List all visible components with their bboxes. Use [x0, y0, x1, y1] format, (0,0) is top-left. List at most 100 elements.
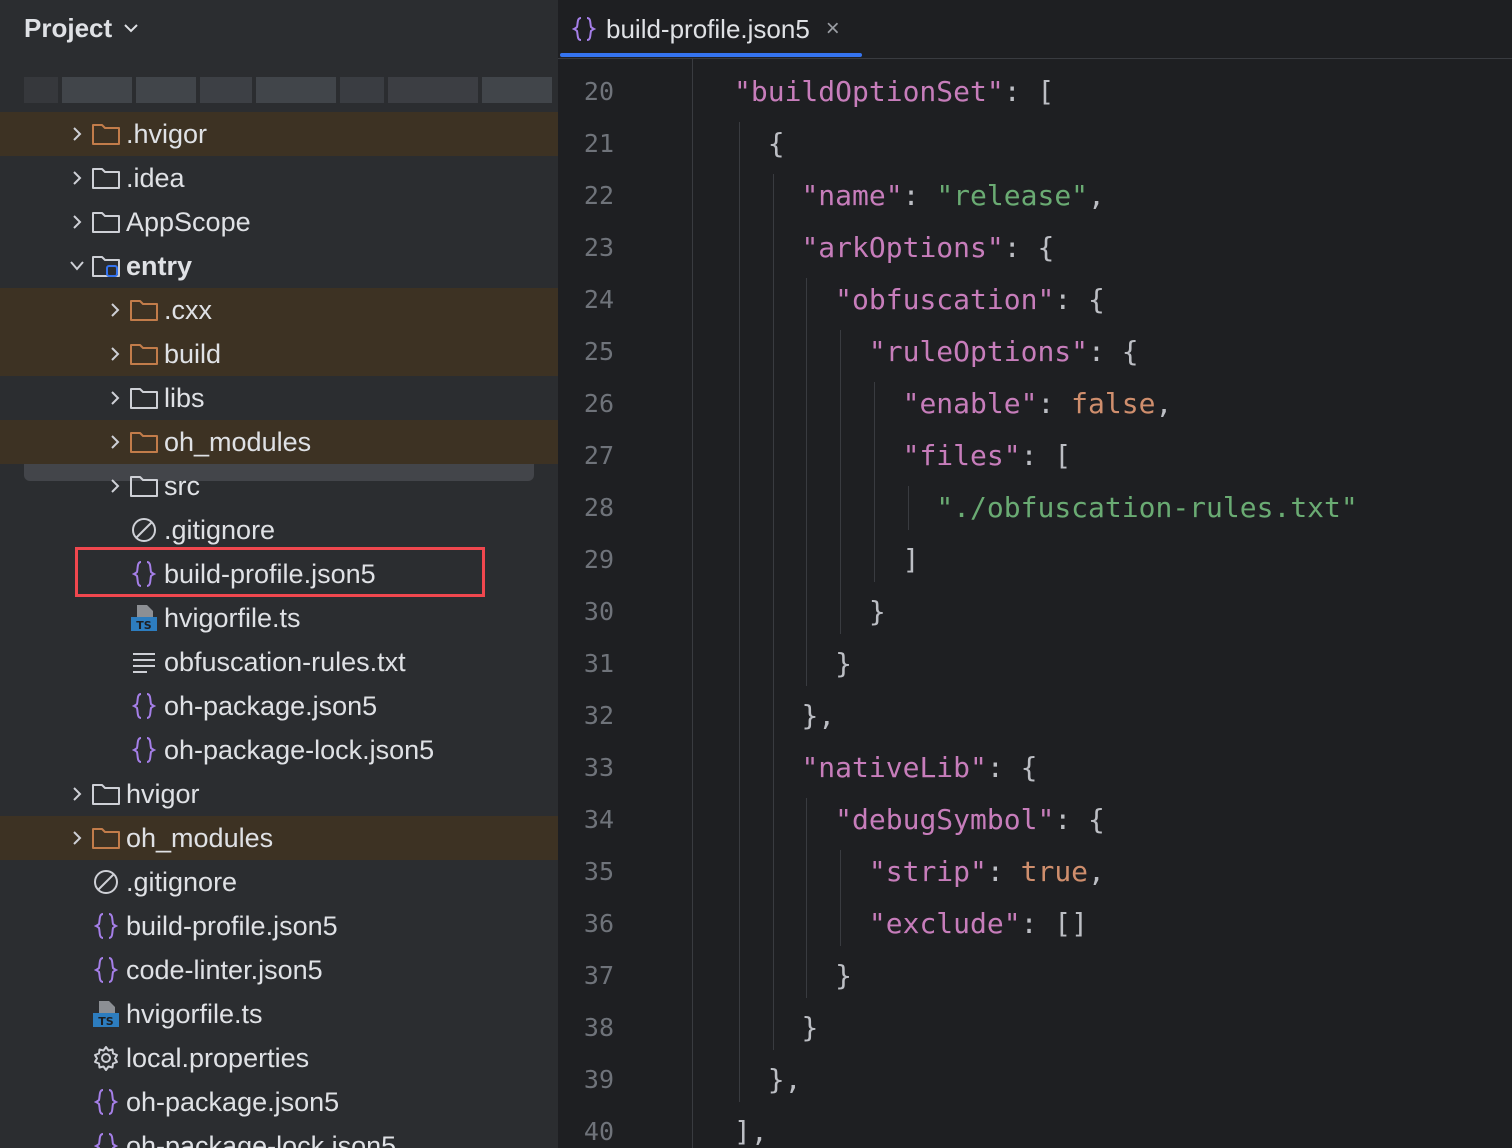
json-string: "./obfuscation-rules.txt" — [936, 491, 1358, 524]
tree-item[interactable]: local.properties — [0, 1036, 558, 1080]
json-file-icon — [90, 911, 122, 941]
line-number: 40 — [583, 1117, 614, 1146]
chevron-right-icon[interactable] — [64, 781, 90, 807]
tree-item[interactable]: oh-package.json5 — [0, 1080, 558, 1124]
folder-icon — [90, 207, 122, 237]
tree-item[interactable]: oh-package.json5 — [0, 684, 558, 728]
line-number: 21 — [583, 129, 614, 158]
tree-item-label: oh-package.json5 — [164, 690, 378, 721]
code-line: "exclude": [] — [734, 898, 1358, 950]
tree-item-label: libs — [164, 382, 205, 413]
code-editor: build-profile.json5 × 20 21 22 23 24 25 26 27 28… — [558, 0, 1512, 1148]
tree-item[interactable]: build-profile.json5 — [0, 552, 558, 596]
chevron-right-icon[interactable] — [64, 165, 90, 191]
chevron-right-icon[interactable] — [102, 429, 128, 455]
chevron-right-icon[interactable] — [102, 473, 128, 499]
chevron-down-icon[interactable] — [64, 253, 90, 279]
tree-item[interactable]: oh-package-lock.json5 — [0, 1124, 558, 1148]
tree-item-label: .hvigor — [126, 118, 208, 149]
json-key: "name" — [801, 179, 903, 212]
json-file-icon — [572, 17, 596, 41]
folder-icon — [90, 779, 122, 809]
chevron-right-icon[interactable] — [102, 341, 128, 367]
chevron-right-icon[interactable] — [102, 385, 128, 411]
tree-item[interactable]: entry — [0, 244, 558, 288]
punctuation: : { — [1054, 803, 1105, 836]
tree-item[interactable]: TS hvigorfile.ts — [0, 596, 558, 640]
folder-icon — [90, 163, 122, 193]
json-literal: false — [1071, 387, 1156, 420]
tree-item[interactable]: obfuscation-rules.txt — [0, 640, 558, 684]
tree-item[interactable]: .cxx — [0, 288, 558, 332]
chevron-right-icon[interactable] — [64, 121, 90, 147]
editor-tab-bar: build-profile.json5 × — [558, 0, 1512, 59]
json-file-icon — [90, 1131, 122, 1148]
code-line: ] — [734, 534, 1358, 586]
punctuation: } — [868, 595, 886, 628]
code-line: "ruleOptions": { — [734, 326, 1358, 378]
code-line: "enable": false, — [734, 378, 1358, 430]
tree-item-label: oh_modules — [126, 822, 274, 853]
line-number: 38 — [583, 1013, 614, 1042]
punctuation: : { — [986, 751, 1038, 784]
code-line: "name": "release", — [734, 170, 1358, 222]
svg-text:TS: TS — [98, 1015, 114, 1028]
tab-build-profile[interactable]: build-profile.json5 × — [562, 0, 862, 58]
tree-item-label: entry — [126, 250, 193, 281]
settings-gear-icon — [90, 1043, 122, 1073]
chevron-right-icon[interactable] — [102, 297, 128, 323]
module-folder-icon — [90, 251, 122, 281]
chevron-down-icon[interactable] — [122, 22, 140, 34]
chevron-right-icon[interactable] — [64, 825, 90, 851]
tree-item[interactable]: libs — [0, 376, 558, 420]
code-line: "./obfuscation-rules.txt" — [734, 482, 1358, 534]
close-icon[interactable]: × — [826, 15, 840, 43]
gitignore-icon — [90, 867, 122, 897]
tree-item-label: .idea — [126, 162, 185, 193]
typescript-file-icon: TS — [90, 999, 122, 1029]
tree-item[interactable]: .hvigor — [0, 112, 558, 156]
line-number: 28 — [583, 493, 614, 522]
tree-item[interactable]: build-profile.json5 — [0, 904, 558, 948]
code-line: "debugSymbol": { — [734, 794, 1358, 846]
line-number: 23 — [583, 233, 614, 262]
tree-item[interactable]: hvigor — [0, 772, 558, 816]
line-number-gutter: 20 21 22 23 24 25 26 27 28 29 30 31 32 33 34 35 36 37 38 39… — [558, 66, 628, 1148]
punctuation: : [ — [1020, 439, 1072, 472]
json-key: "buildOptionSet" — [734, 75, 1004, 108]
line-number: 25 — [583, 337, 614, 366]
folder-icon — [90, 823, 122, 853]
tree-item[interactable]: .gitignore — [0, 860, 558, 904]
tree-item[interactable]: src — [0, 464, 558, 508]
tab-label: build-profile.json5 — [606, 13, 810, 44]
chevron-right-icon[interactable] — [64, 209, 90, 235]
indent-guide — [840, 850, 842, 946]
tree-item[interactable]: code-linter.json5 — [0, 948, 558, 992]
line-number: 30 — [583, 597, 614, 626]
tree-item-label: obfuscation-rules.txt — [164, 646, 406, 677]
punctuation: ] — [902, 543, 920, 576]
tree-item[interactable]: build — [0, 332, 558, 376]
tree-item[interactable]: oh-package-lock.json5 — [0, 728, 558, 772]
tree-item[interactable]: AppScope — [0, 200, 558, 244]
tree-item[interactable]: .gitignore — [0, 508, 558, 552]
punctuation: ], — [734, 1115, 768, 1148]
project-panel-header[interactable]: Project — [24, 10, 140, 46]
tree-item-label: hvigorfile.ts — [126, 998, 263, 1029]
tree-item[interactable]: .idea — [0, 156, 558, 200]
tree-item-label: oh-package.json5 — [126, 1086, 340, 1117]
code-line: "obfuscation": { — [734, 274, 1358, 326]
tree-item-label: build-profile.json5 — [164, 558, 376, 589]
tree-item[interactable]: oh_modules — [0, 816, 558, 860]
code-line: { — [734, 118, 1358, 170]
tree-item[interactable]: oh_modules — [0, 420, 558, 464]
json-key: "ruleOptions" — [868, 335, 1089, 368]
line-number: 35 — [583, 857, 614, 886]
line-number: 20 — [583, 77, 614, 106]
code-line: "files": [ — [734, 430, 1358, 482]
panel-title: Project — [24, 12, 113, 43]
json-key: "strip" — [868, 855, 987, 888]
code-area[interactable]: "buildOptionSet": [{"name": "release", "a… — [734, 66, 1358, 1148]
json-key: "exclude" — [868, 907, 1021, 940]
tree-item[interactable]: TS hvigorfile.ts — [0, 992, 558, 1036]
